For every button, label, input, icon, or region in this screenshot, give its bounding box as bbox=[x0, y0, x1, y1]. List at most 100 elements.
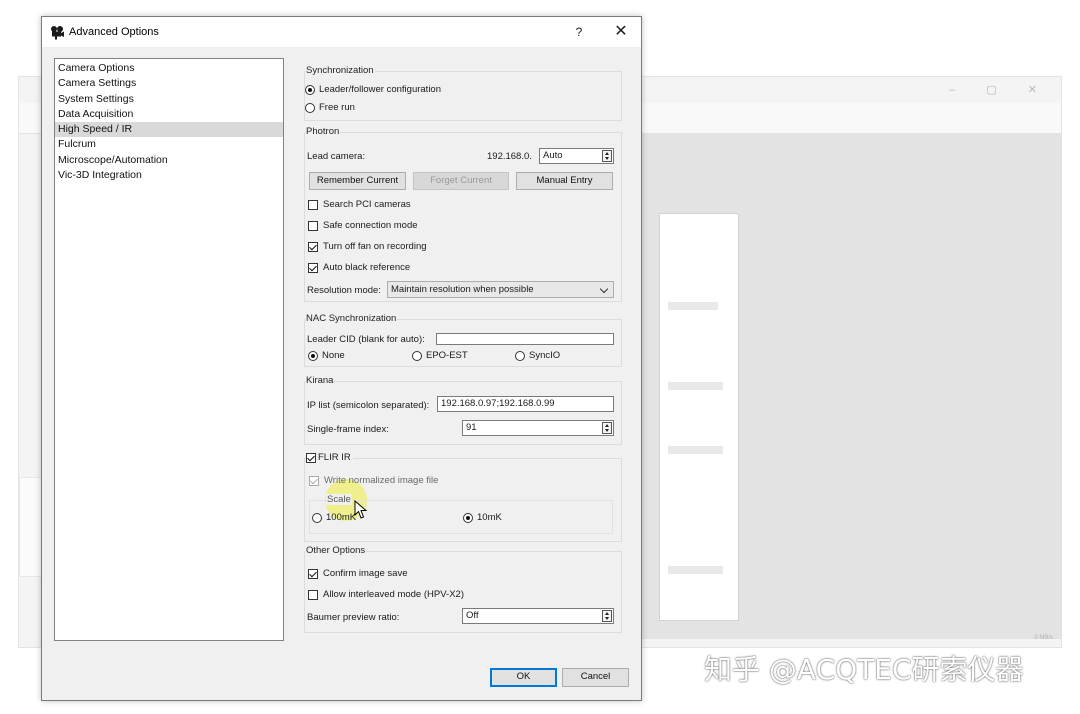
dialog-title: Advanced Options bbox=[69, 26, 159, 38]
remember-current-button[interactable]: Remember Current bbox=[309, 172, 406, 190]
forget-current-button[interactable]: Forget Current bbox=[413, 172, 509, 190]
allow-interleaved-checkbox[interactable]: Allow interleaved mode (HPV-X2) bbox=[308, 589, 464, 600]
write-normalized-label: Write normalized image file bbox=[324, 475, 439, 486]
synchronization-title: Synchronization bbox=[305, 65, 375, 76]
turn-off-fan-label: Turn off fan on recording bbox=[323, 241, 427, 252]
resolution-mode-value: Maintain resolution when possible bbox=[391, 284, 534, 295]
baumer-preview-label: Baumer preview ratio: bbox=[307, 612, 400, 623]
lead-camera-label: Lead camera: bbox=[307, 151, 366, 162]
watermark-text: 知乎 @ACQTEC研索仪器 bbox=[704, 653, 1024, 686]
allow-interleaved-label: Allow interleaved mode (HPV-X2) bbox=[323, 589, 464, 600]
nac-none-label: None bbox=[322, 350, 345, 361]
spin-arrows-icon[interactable] bbox=[602, 610, 612, 622]
nac-syncio-radio[interactable]: SyncIO bbox=[515, 350, 560, 361]
ok-button[interactable]: OK bbox=[490, 668, 557, 687]
safe-connection-label: Safe connection mode bbox=[323, 220, 418, 231]
manual-entry-button[interactable]: Manual Entry bbox=[516, 172, 613, 190]
ip-list-input[interactable]: 192.168.0.97;192.168.0.99 bbox=[437, 396, 614, 412]
checkbox-indicator bbox=[308, 262, 318, 273]
turn-off-fan-checkbox[interactable]: Turn off fan on recording bbox=[308, 241, 427, 252]
scale-10mk-label: 10mK bbox=[477, 512, 502, 523]
single-frame-index-spinbox[interactable]: 91 bbox=[462, 420, 614, 436]
radio-indicator bbox=[305, 102, 315, 113]
kirana-title: Kirana bbox=[305, 375, 335, 386]
scale-100mk-label: 100mK bbox=[326, 512, 357, 523]
nac-none-radio[interactable]: None bbox=[308, 350, 345, 361]
nav-item-fulcrum[interactable]: Fulcrum bbox=[55, 137, 283, 152]
nav-item-data-acquisition[interactable]: Data Acquisition bbox=[55, 107, 283, 122]
nav-item-vic3d-integration[interactable]: Vic-3D Integration bbox=[55, 168, 283, 183]
leader-follower-radio[interactable]: Leader/follower configuration bbox=[305, 84, 441, 95]
confirm-image-save-label: Confirm image save bbox=[323, 568, 408, 579]
nav-item-high-speed-ir[interactable]: High Speed / IR bbox=[55, 122, 283, 138]
checkbox-indicator bbox=[308, 589, 318, 600]
checkbox-indicator bbox=[308, 568, 318, 579]
nac-syncio-label: SyncIO bbox=[529, 350, 561, 361]
radio-indicator bbox=[412, 350, 422, 361]
spin-arrows-icon[interactable] bbox=[602, 422, 612, 434]
scale-10mk-radio[interactable]: 10mK bbox=[463, 512, 502, 523]
nav-item-microscope-automation[interactable]: Microscope/Automation bbox=[55, 153, 283, 168]
single-frame-index-label: Single-frame index: bbox=[307, 424, 389, 435]
chevron-down-icon bbox=[599, 284, 609, 294]
background-left-panel bbox=[19, 477, 43, 577]
leader-cid-input[interactable] bbox=[436, 333, 614, 345]
checkbox-indicator bbox=[306, 452, 316, 463]
close-button[interactable]: ✕ bbox=[610, 22, 632, 42]
photron-title: Photron bbox=[305, 126, 341, 137]
radio-indicator bbox=[463, 512, 473, 523]
flir-ir-title: FLIR IR bbox=[318, 452, 351, 463]
baumer-preview-value: Off bbox=[466, 610, 479, 621]
scale-title: Scale bbox=[326, 494, 352, 505]
resolution-mode-dropdown[interactable]: Maintain resolution when possible bbox=[387, 281, 614, 298]
leader-cid-label: Leader CID (blank for auto): bbox=[307, 334, 425, 345]
mouse-cursor-icon bbox=[354, 500, 368, 519]
background-window-controls: – ▢ ✕ bbox=[949, 84, 1051, 96]
flir-ir-checkbox[interactable]: FLIR IR bbox=[306, 452, 353, 463]
nac-epo-est-label: EPO-EST bbox=[426, 350, 468, 361]
nav-item-camera-options[interactable]: Camera Options bbox=[55, 61, 283, 76]
advanced-options-dialog: Advanced Options ? ✕ Camera Options Came… bbox=[41, 16, 642, 701]
lead-camera-ip-prefix: 192.168.0. bbox=[487, 151, 532, 162]
nav-item-system-settings[interactable]: System Settings bbox=[55, 92, 283, 107]
radio-indicator bbox=[305, 84, 315, 95]
radio-indicator bbox=[312, 512, 322, 523]
free-run-radio[interactable]: Free run bbox=[305, 102, 355, 113]
ip-list-label: IP list (semicolon separated): bbox=[307, 400, 430, 411]
other-options-title: Other Options bbox=[305, 545, 367, 556]
auto-black-reference-label: Auto black reference bbox=[323, 262, 411, 273]
nac-sync-title: NAC Synchronization bbox=[305, 313, 398, 324]
checkbox-indicator bbox=[309, 475, 319, 486]
checkbox-indicator bbox=[308, 199, 318, 210]
help-button[interactable]: ? bbox=[570, 22, 588, 42]
background-dialog bbox=[659, 213, 739, 621]
ip-list-value: 192.168.0.97;192.168.0.99 bbox=[441, 398, 555, 409]
background-status-text: 0 MB/s bbox=[1034, 635, 1053, 641]
lead-camera-spinbox[interactable]: Auto bbox=[539, 148, 614, 164]
nav-item-camera-settings[interactable]: Camera Settings bbox=[55, 76, 283, 91]
write-normalized-checkbox[interactable]: Write normalized image file bbox=[309, 475, 438, 486]
search-pci-checkbox[interactable]: Search PCI cameras bbox=[308, 199, 411, 210]
radio-indicator bbox=[515, 350, 525, 361]
search-pci-label: Search PCI cameras bbox=[323, 199, 411, 210]
cancel-button[interactable]: Cancel bbox=[562, 668, 629, 687]
scale-100mk-radio[interactable]: 100mK bbox=[312, 512, 356, 523]
free-run-label: Free run bbox=[319, 102, 355, 113]
options-category-list: Camera Options Camera Settings System Se… bbox=[54, 58, 284, 641]
dialog-titlebar: Advanced Options ? ✕ bbox=[42, 17, 641, 47]
film-camera-icon bbox=[51, 26, 64, 40]
checkbox-indicator bbox=[308, 220, 318, 231]
safe-connection-checkbox[interactable]: Safe connection mode bbox=[308, 220, 418, 231]
synchronization-group bbox=[304, 71, 622, 121]
radio-indicator bbox=[308, 350, 318, 361]
single-frame-index-value: 91 bbox=[466, 422, 477, 433]
resolution-mode-label: Resolution mode: bbox=[307, 285, 381, 296]
confirm-image-save-checkbox[interactable]: Confirm image save bbox=[308, 568, 407, 579]
auto-black-reference-checkbox[interactable]: Auto black reference bbox=[308, 262, 410, 273]
lead-camera-value: Auto bbox=[543, 150, 563, 161]
spin-arrows-icon[interactable] bbox=[602, 150, 612, 162]
nac-epo-est-radio[interactable]: EPO-EST bbox=[412, 350, 468, 361]
baumer-preview-spinbox[interactable]: Off bbox=[462, 608, 614, 624]
leader-follower-label: Leader/follower configuration bbox=[319, 84, 441, 95]
checkbox-indicator bbox=[308, 241, 318, 252]
